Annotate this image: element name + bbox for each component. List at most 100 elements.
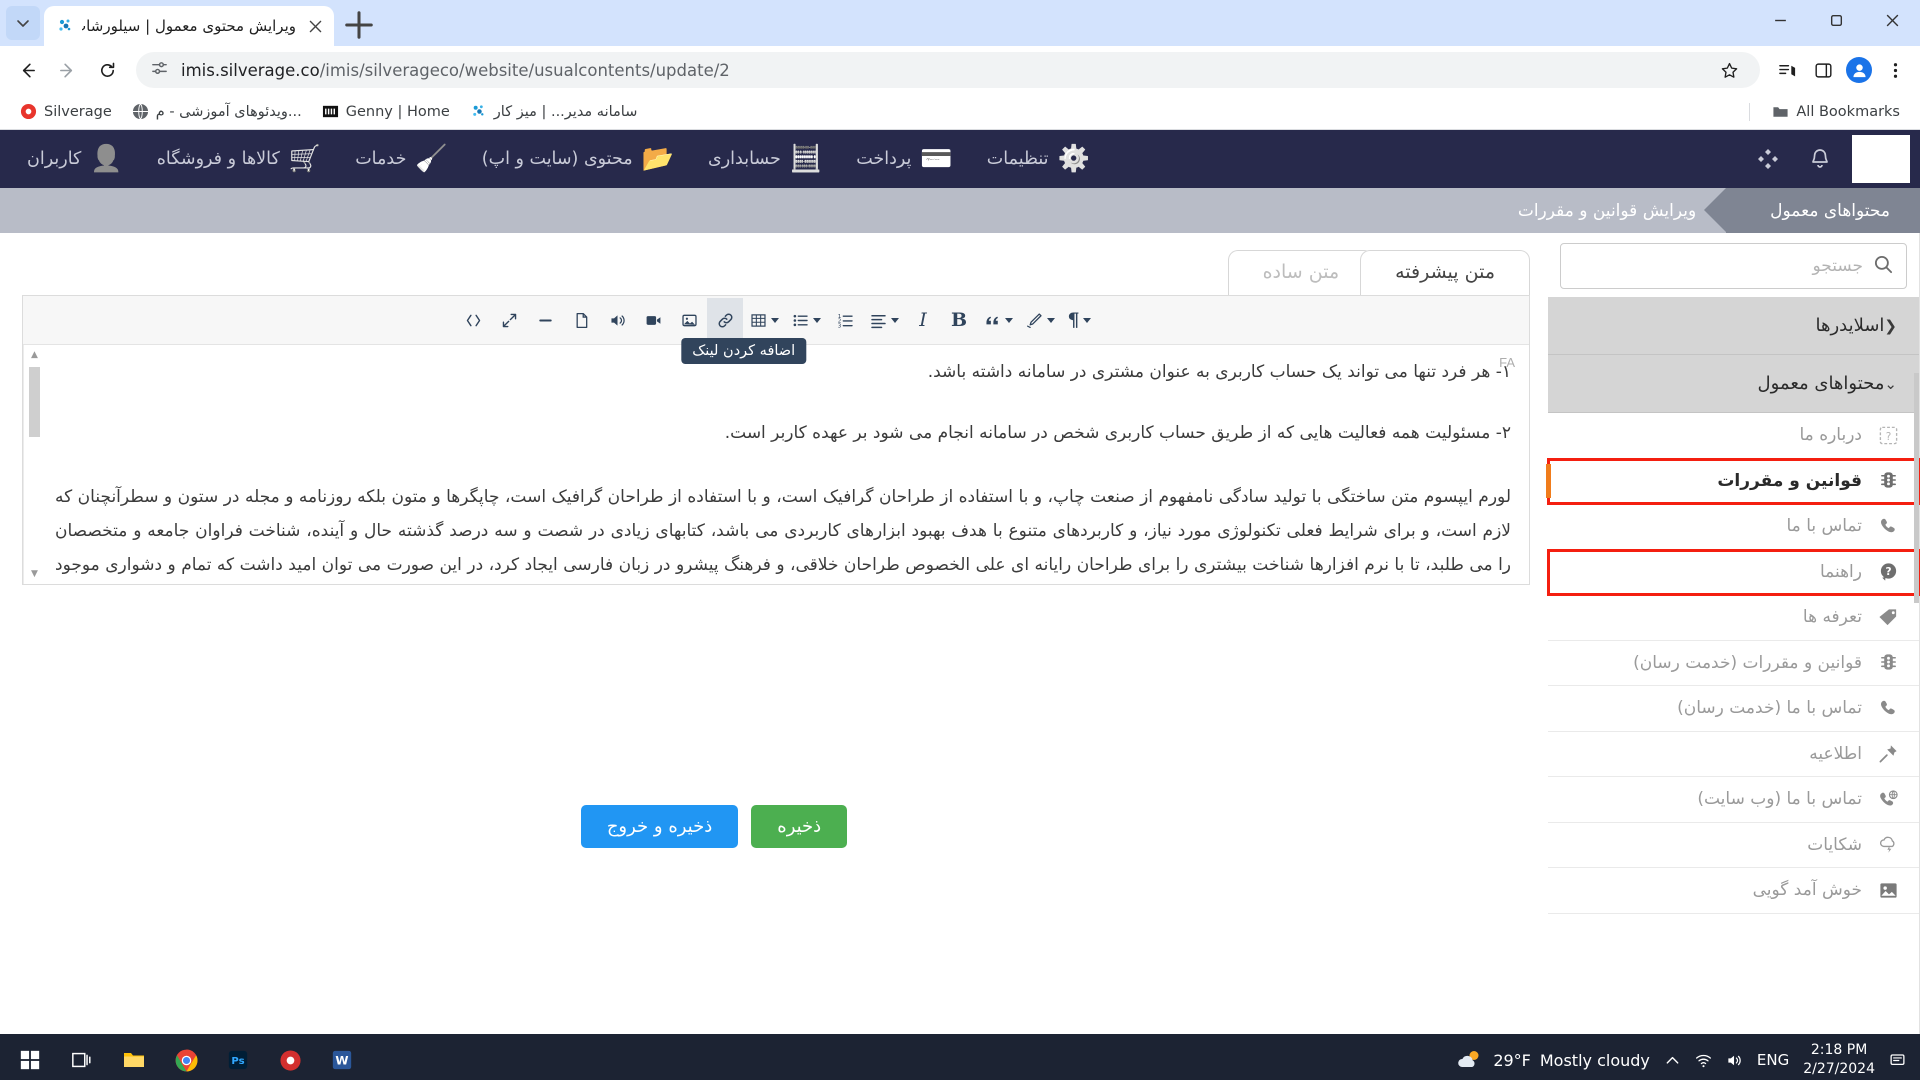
notification-center-icon[interactable] bbox=[1889, 1052, 1906, 1069]
sidebar-item-welcome[interactable]: خوش آمد گویی bbox=[1548, 868, 1919, 914]
nav-item-payment[interactable]: 💳 پرداخت bbox=[839, 130, 970, 188]
clock[interactable]: 2:18 PM 2/27/2024 bbox=[1803, 1041, 1875, 1079]
folder-icon bbox=[1772, 103, 1789, 120]
sidebar-item-contact-us[interactable]: تماس با ما bbox=[1548, 504, 1919, 550]
editor-scrollbar[interactable]: ▲ ▼ bbox=[23, 345, 45, 584]
save-button[interactable]: ذخیره bbox=[751, 805, 848, 848]
weather-widget[interactable]: 29°F Mostly cloudy bbox=[1456, 1048, 1650, 1072]
scroll-down-icon[interactable]: ▼ bbox=[24, 566, 45, 582]
nav-item-settings[interactable]: ⚙️ تنظیمات bbox=[970, 130, 1107, 188]
all-bookmarks-button[interactable]: All Bookmarks bbox=[1764, 99, 1908, 124]
apps-button[interactable] bbox=[1742, 130, 1794, 188]
sidebar-item-about-us[interactable]: ? درباره ما bbox=[1548, 413, 1919, 459]
search-box[interactable] bbox=[1560, 243, 1907, 289]
side-panel-group-sliders[interactable]: ❮ اسلایدرها bbox=[1548, 297, 1919, 355]
audio-icon[interactable] bbox=[599, 298, 635, 343]
diamond-grid-icon bbox=[1758, 149, 1778, 169]
maximize-button[interactable] bbox=[1808, 0, 1864, 40]
horizontal-rule-icon[interactable] bbox=[527, 298, 563, 343]
browser-tab[interactable]: ویرایش محتوی معمول | سیلورشاپ bbox=[44, 6, 334, 46]
align-icon[interactable] bbox=[863, 298, 905, 343]
nav-item-users[interactable]: 👤 کاربران bbox=[10, 130, 140, 188]
notifications-button[interactable] bbox=[1794, 130, 1846, 188]
nav-item-services[interactable]: 🧹 خدمات bbox=[338, 130, 465, 188]
link-icon[interactable]: اضافه کردن لینک bbox=[681, 297, 807, 364]
search-input[interactable] bbox=[1573, 256, 1863, 276]
volume-icon[interactable] bbox=[1726, 1052, 1743, 1069]
bookmarks-bar: Silverage ویدئوهای آموزشی - م... Genny |… bbox=[0, 94, 1920, 130]
sidebar-item-complaints[interactable]: شکایات bbox=[1548, 823, 1919, 868]
start-icon[interactable] bbox=[4, 1034, 56, 1080]
file-icon[interactable] bbox=[563, 298, 599, 343]
italic-icon[interactable]: I bbox=[905, 298, 941, 343]
image-icon[interactable] bbox=[671, 298, 707, 343]
word-icon[interactable]: W bbox=[316, 1034, 368, 1080]
fullscreen-icon[interactable] bbox=[491, 298, 527, 343]
unordered-list-icon[interactable] bbox=[785, 298, 827, 343]
new-tab-button[interactable] bbox=[342, 8, 376, 42]
recorder-icon[interactable] bbox=[264, 1034, 316, 1080]
code-view-icon[interactable] bbox=[455, 298, 491, 343]
file-explorer-icon[interactable] bbox=[108, 1034, 160, 1080]
editor-content[interactable]: FA ۱- هر فرد تنها می تواند یک حساب کاربر… bbox=[45, 345, 1529, 584]
bookmark-training-videos[interactable]: ویدئوهای آموزشی - م... bbox=[124, 99, 310, 124]
nav-item-content[interactable]: 📂 محتوی (سایت و اپ) bbox=[465, 130, 691, 188]
chrome-icon[interactable] bbox=[160, 1034, 212, 1080]
ordered-list-icon[interactable]: 123 bbox=[827, 298, 863, 343]
photoshop-icon[interactable]: Ps bbox=[212, 1034, 264, 1080]
scroll-up-icon[interactable]: ▲ bbox=[24, 347, 45, 363]
minimize-button[interactable] bbox=[1752, 0, 1808, 40]
language-indicator[interactable]: ENG bbox=[1757, 1051, 1789, 1069]
phone-icon bbox=[1875, 698, 1901, 719]
tab-plain-text[interactable]: متن ساده bbox=[1227, 250, 1375, 295]
app-logo[interactable] bbox=[1852, 135, 1910, 183]
save-and-exit-button[interactable]: ذخیره و خروج bbox=[580, 805, 739, 848]
back-button[interactable] bbox=[8, 51, 46, 89]
tab-search-dropdown-button[interactable] bbox=[6, 6, 40, 40]
address-bar[interactable]: imis.silverage.co/imis/silverageco/websi… bbox=[136, 52, 1760, 88]
profile-avatar[interactable] bbox=[1842, 53, 1876, 87]
side-panel-scrollbar[interactable] bbox=[1914, 373, 1919, 603]
side-panel-group-usual-contents[interactable]: ⌄ محتواهای معمول bbox=[1548, 355, 1919, 413]
reading-list-icon[interactable] bbox=[1770, 53, 1804, 87]
nav-item-accounting[interactable]: 🧮 حسابداری bbox=[691, 130, 839, 188]
quote-icon[interactable] bbox=[977, 298, 1019, 343]
sidebar-item-terms-provider[interactable]: قوانین و مقررات (خدمت رسان) bbox=[1548, 641, 1919, 686]
chrome-menu-button[interactable] bbox=[1878, 53, 1912, 87]
wifi-icon[interactable] bbox=[1695, 1052, 1712, 1069]
sidebar-item-guide[interactable]: ? راهنما bbox=[1547, 548, 1920, 596]
bold-icon[interactable]: B bbox=[941, 298, 977, 343]
sidebar-item-label: قوانین و مقررات (خدمت رسان) bbox=[1633, 652, 1862, 673]
cart-icon: 🛒 bbox=[288, 144, 322, 174]
sidebar-item-label: راهنما bbox=[1819, 561, 1862, 582]
bookmark-star-icon[interactable] bbox=[1712, 53, 1746, 87]
format-painter-icon[interactable] bbox=[1019, 298, 1061, 343]
close-window-button[interactable] bbox=[1864, 0, 1920, 40]
sidebar-item-terms-and-conditions[interactable]: قوانین و مقررات bbox=[1546, 457, 1920, 505]
breadcrumb-item-usual-contents[interactable]: محتواهای معمول bbox=[1704, 188, 1920, 233]
task-view-icon[interactable] bbox=[56, 1034, 108, 1080]
table-icon[interactable] bbox=[743, 298, 785, 343]
bookmark-admin-panel[interactable]: سامانه مدیر... | میز کار bbox=[462, 99, 646, 124]
close-icon[interactable] bbox=[304, 15, 326, 37]
sidebar-item-contact-provider[interactable]: تماس با ما (خدمت رسان) bbox=[1548, 686, 1919, 732]
side-panel-icon[interactable] bbox=[1806, 53, 1840, 87]
site-settings-icon[interactable] bbox=[150, 59, 169, 82]
tab-rich-text[interactable]: متن پیشرفته bbox=[1360, 250, 1530, 295]
image-icon bbox=[1875, 880, 1901, 901]
show-hidden-icons-button[interactable] bbox=[1664, 1052, 1681, 1069]
chevron-down-icon bbox=[771, 317, 779, 323]
scroll-thumb[interactable] bbox=[29, 367, 40, 437]
reload-button[interactable] bbox=[88, 51, 126, 89]
active-indicator bbox=[1546, 463, 1551, 498]
sidebar-item-announcement[interactable]: اطلاعیه bbox=[1548, 732, 1919, 777]
paragraph-icon[interactable]: ¶ bbox=[1061, 298, 1097, 343]
sidebar-item-contact-website[interactable]: تماس با ما (وب سایت) bbox=[1548, 777, 1919, 823]
sidebar-item-tariffs[interactable]: تعرفه ها bbox=[1548, 595, 1919, 641]
bookmark-silverage[interactable]: Silverage bbox=[12, 99, 120, 124]
nav-label: کالاها و فروشگاه bbox=[156, 149, 280, 169]
nav-item-goods-shop[interactable]: 🛒 کالاها و فروشگاه bbox=[140, 130, 338, 188]
forward-button[interactable] bbox=[48, 51, 86, 89]
bookmark-genny[interactable]: Genny | Home bbox=[314, 99, 458, 124]
video-icon[interactable] bbox=[635, 298, 671, 343]
